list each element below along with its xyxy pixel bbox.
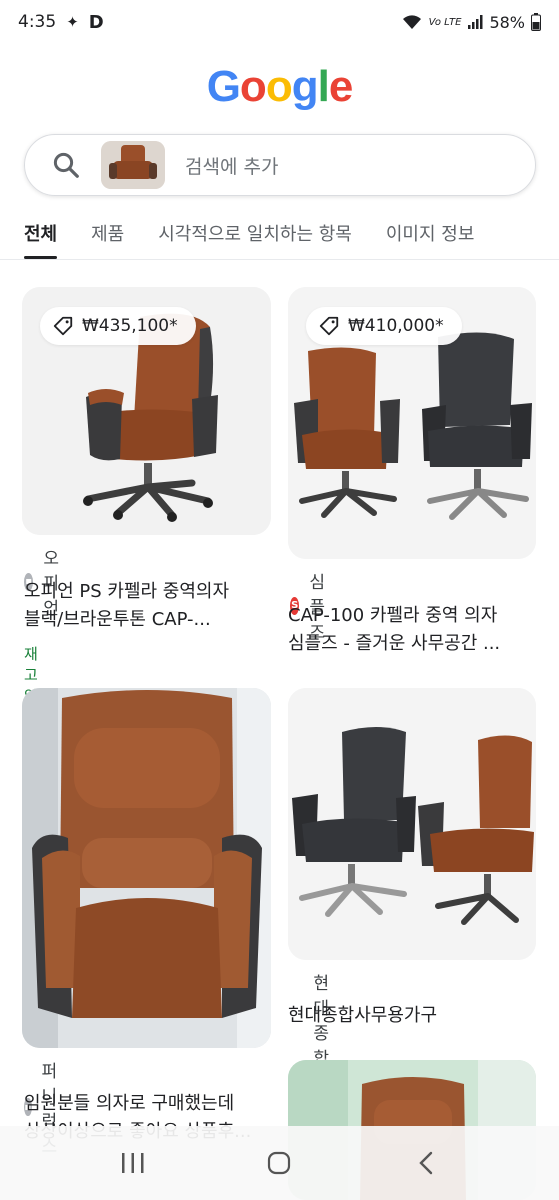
tab-all[interactable]: 전체 (24, 206, 58, 259)
system-navigation-bar (0, 1126, 559, 1200)
logo-letter: g (291, 62, 319, 111)
price-badge: ₩410,000* (306, 307, 462, 345)
google-logo[interactable]: Google (0, 62, 559, 112)
result-title[interactable]: 오피언 PS 카펠라 중역의자 블랙/브라운투톤 CAP-... (24, 578, 274, 634)
price-tag-icon (53, 316, 73, 336)
price-label: ₩435,100* (82, 316, 178, 336)
status-bar: 4:35 ✦ D Vo LTE 58% (0, 0, 559, 44)
signal-icon (468, 15, 483, 29)
tab-about-image[interactable]: 이미지 정보 (386, 206, 475, 259)
logo-letter: o (265, 62, 293, 111)
title-line: CAP-100 카펠라 중역 의자 (288, 605, 498, 626)
notification-icon: ✦ (66, 13, 79, 31)
back-icon (419, 1151, 433, 1175)
result-image[interactable] (288, 688, 536, 960)
price-label: ₩410,000* (348, 316, 444, 336)
battery-icon (531, 13, 541, 31)
title-line: 현대종합사무용가구 (288, 1005, 438, 1026)
result-title[interactable]: 현대종합사무용가구 (288, 1002, 548, 1030)
tab-visual-matches[interactable]: 시각적으로 일치하는 항목 (158, 206, 352, 259)
app-notification-icon: D (88, 11, 104, 33)
network-label: Vo LTE (428, 16, 462, 28)
home-button[interactable] (259, 1143, 299, 1183)
title-line: 심플즈 - 즐거운 사무공간 ... (288, 633, 501, 654)
logo-letter: e (328, 62, 354, 111)
battery-level: 58% (489, 12, 525, 32)
recent-apps-icon (122, 1153, 144, 1173)
home-icon (268, 1151, 291, 1175)
result-title[interactable]: CAP-100 카펠라 중역 의자 심플즈 - 즐거운 사무공간 ... (288, 602, 548, 658)
query-image-thumbnail[interactable] (101, 141, 165, 189)
result-image[interactable]: ₩435,100* (22, 287, 271, 535)
result-tabs: 전체 제품 시각적으로 일치하는 항목 이미지 정보 (0, 206, 559, 260)
search-input[interactable]: 검색에 추가 (185, 152, 278, 179)
wifi-icon (402, 15, 421, 29)
recent-apps-button[interactable] (113, 1143, 153, 1183)
result-image[interactable]: ₩410,000* (288, 287, 536, 559)
status-time: 4:35 (18, 12, 57, 32)
title-line: 오피언 PS 카펠라 중역의자 (24, 581, 230, 602)
search-icon[interactable] (51, 150, 81, 180)
logo-letter: o (239, 62, 267, 111)
logo-letter: l (317, 62, 330, 111)
title-line: 블랙/브라운투톤 CAP-... (24, 609, 211, 630)
price-tag-icon (319, 316, 339, 336)
tab-products[interactable]: 제품 (91, 206, 124, 259)
result-image[interactable] (22, 688, 271, 1048)
price-badge: ₩435,100* (40, 307, 196, 345)
back-button[interactable] (406, 1143, 446, 1183)
search-bar[interactable]: 검색에 추가 (24, 134, 536, 196)
logo-letter: G (206, 62, 241, 111)
title-line: 임원분들 의자로 구매했는데 (24, 1093, 235, 1114)
